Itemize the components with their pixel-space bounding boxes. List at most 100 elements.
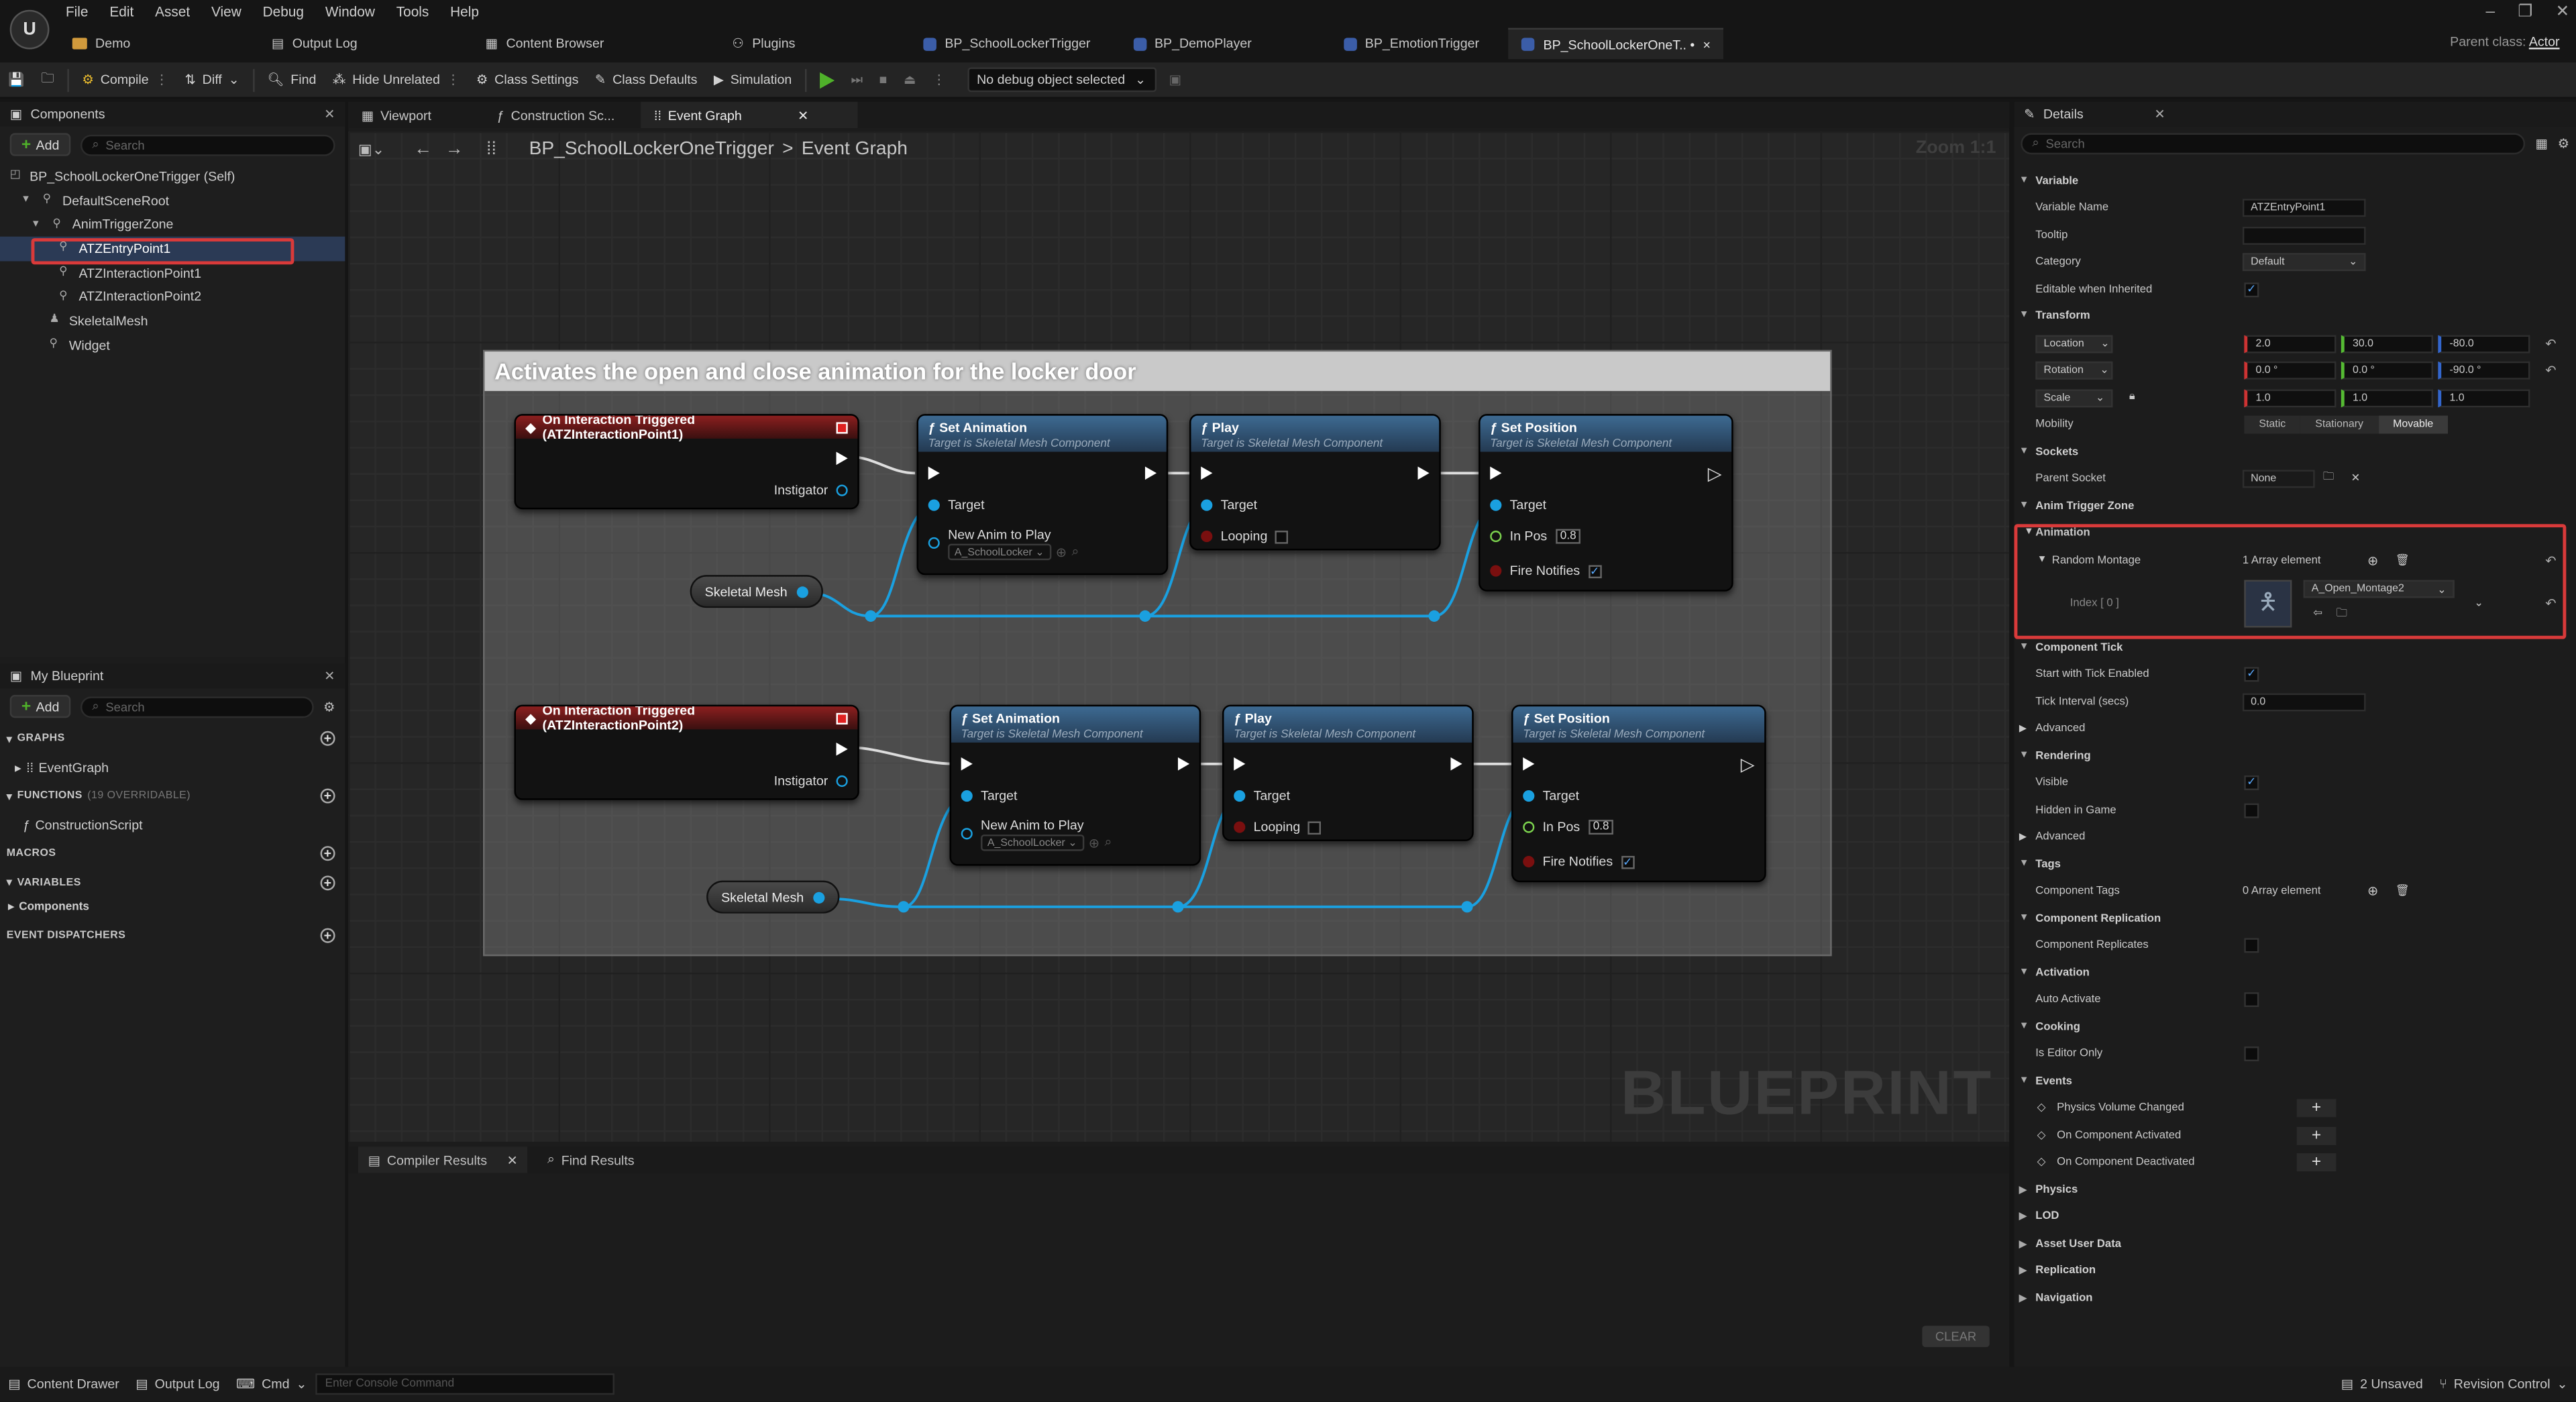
exec-output-pin[interactable] xyxy=(1417,466,1430,480)
set-animation-node[interactable]: ƒ Set Animation Target is Skeletal Mesh C… xyxy=(949,704,1201,866)
graph-canvas[interactable]: ▣⌄ ← → ⁞⁞ BP_SchoolLockerOneTrigger > Ev… xyxy=(348,131,2010,1142)
scale-x-input[interactable]: 1.0 xyxy=(2244,388,2337,407)
tab-event-graph[interactable]: ⁞⁞ Event Graph ✕ xyxy=(641,101,858,129)
exec-output-pin[interactable] xyxy=(1177,757,1190,771)
section-cooking[interactable]: ▼ Cooking xyxy=(2014,1014,2576,1040)
use-selected-icon[interactable]: ⊕ xyxy=(1089,835,1099,850)
table-view-icon[interactable]: ▦ xyxy=(2535,136,2548,150)
maximize-icon[interactable]: ❐ xyxy=(2518,3,2532,21)
section-graphs[interactable]: ▾ GRAPHS + xyxy=(0,724,345,753)
delegate-pin-icon[interactable] xyxy=(836,421,848,433)
menu-view[interactable]: View xyxy=(211,3,241,19)
section-macros[interactable]: MACROS + xyxy=(0,839,345,868)
target-pin[interactable]: Target xyxy=(1523,789,1579,804)
fire-notifies-pin[interactable]: Fire Notifies ✓ xyxy=(1490,563,1602,578)
tab-find-results[interactable]: ⌕ Find Results xyxy=(537,1146,644,1173)
reroute-node[interactable] xyxy=(1139,610,1151,622)
in-pos-pin[interactable]: In Pos 0.8 xyxy=(1490,529,1581,544)
mobility-static[interactable]: Static xyxy=(2244,415,2301,433)
stop-icon[interactable]: ■ xyxy=(879,72,888,87)
section-replication[interactable]: ▶ Replication xyxy=(2014,1256,2576,1283)
instigator-pin[interactable]: Instigator xyxy=(774,483,848,498)
location-mode-select[interactable]: Location ⌄ xyxy=(2035,334,2113,353)
target-pin[interactable]: Target xyxy=(961,789,1018,804)
exec-output-pin[interactable]: ▷ xyxy=(1741,754,1755,775)
parent-socket-input[interactable]: None xyxy=(2242,469,2315,488)
looping-checkbox[interactable] xyxy=(1308,820,1322,834)
close-icon[interactable]: × xyxy=(1703,37,1711,52)
close-window-icon[interactable]: ✕ xyxy=(2556,3,2570,21)
section-asset-user-data[interactable]: ▶ Asset User Data xyxy=(2014,1230,2576,1257)
new-anim-pin[interactable]: New Anim to Play A_SchoolLocker ⌄ ⊕ ⌕ xyxy=(928,527,1079,561)
expand-arrow-icon[interactable]: ▾ xyxy=(33,218,46,231)
close-icon[interactable]: ✕ xyxy=(324,107,335,121)
row-render-advanced[interactable]: ▶ Advanced xyxy=(2014,823,2576,850)
minimize-icon[interactable]: – xyxy=(2486,3,2496,21)
doc-tab-plugins[interactable]: ⚇ Plugins xyxy=(719,28,808,60)
exec-input-pin[interactable] xyxy=(1234,757,1246,771)
mobility-movable[interactable]: Movable xyxy=(2378,415,2449,433)
close-icon[interactable]: ✕ xyxy=(798,107,808,122)
debug-browse-icon[interactable]: ▣ xyxy=(1169,72,1182,87)
tooltip-input[interactable] xyxy=(2242,226,2366,245)
close-icon[interactable]: ✕ xyxy=(506,1152,517,1167)
target-pin[interactable]: Target xyxy=(1234,789,1290,804)
graph-item-eventgraph[interactable]: ▸ ⁞⁞ EventGraph xyxy=(0,753,345,782)
exec-output-pin[interactable] xyxy=(1450,757,1462,771)
rotation-z-input[interactable]: -90.0 ° xyxy=(2438,361,2530,380)
tree-item-defaultsceneroot[interactable]: ▾ ⚲ DefaultSceneRoot xyxy=(0,188,345,213)
start-tick-checkbox[interactable]: ✓ xyxy=(2244,666,2259,682)
set-position-node[interactable]: ƒ Set Position Target is Skeletal Mesh Co… xyxy=(1511,704,1766,883)
skeletal-mesh-getter[interactable]: Skeletal Mesh xyxy=(690,575,824,608)
unreal-logo-icon[interactable]: U xyxy=(9,9,50,50)
menu-file[interactable]: File xyxy=(66,3,89,19)
exec-input-pin[interactable] xyxy=(1201,466,1213,480)
event-node-interaction-2[interactable]: ◆ On Interaction Triggered (ATZInteractio… xyxy=(514,704,859,800)
exec-input-pin[interactable] xyxy=(1523,757,1535,771)
eject-icon[interactable]: ⏏ xyxy=(904,72,916,87)
menu-tools[interactable]: Tools xyxy=(396,3,429,19)
debug-object-select[interactable]: No debug object selected ⌄ xyxy=(967,67,1157,93)
class-settings-button[interactable]: ⚙ Class Settings xyxy=(468,62,587,98)
section-activation[interactable]: ▼ Activation xyxy=(2014,959,2576,986)
in-pos-input[interactable]: 0.8 xyxy=(1555,529,1581,544)
section-rendering[interactable]: ▼ Rendering xyxy=(2014,743,2576,769)
reroute-node[interactable] xyxy=(1461,901,1473,913)
section-variable[interactable]: ▼ Variable xyxy=(2014,168,2576,195)
in-pos-input[interactable]: 0.8 xyxy=(1588,820,1614,835)
tree-item-widget[interactable]: ⚲ Widget xyxy=(0,333,345,358)
more-icon[interactable]: ⋮ xyxy=(155,72,168,87)
section-physics[interactable]: ▶ Physics xyxy=(2014,1176,2576,1203)
gear-icon[interactable]: ⚙ xyxy=(323,699,335,714)
variable-category-components[interactable]: ▸ Components xyxy=(0,897,345,916)
looping-checkbox[interactable] xyxy=(1275,529,1289,543)
menu-help[interactable]: Help xyxy=(450,3,479,19)
location-x-input[interactable]: 2.0 xyxy=(2244,334,2337,353)
more-icon[interactable]: ⋮ xyxy=(447,72,460,87)
play-node[interactable]: ƒ Play Target is Skeletal Mesh Component … xyxy=(1222,704,1474,841)
skeletal-mesh-getter[interactable]: Skeletal Mesh xyxy=(706,880,841,914)
fire-notifies-checkbox[interactable]: ✓ xyxy=(1621,855,1634,869)
scale-mode-select[interactable]: Scale ⌄ xyxy=(2035,388,2113,407)
add-element-icon[interactable]: ⊕ xyxy=(2367,883,2378,898)
rotation-mode-select[interactable]: Rotation ⌄ xyxy=(2035,361,2113,380)
section-component-replication[interactable]: ▼ Component Replication xyxy=(2014,905,2576,932)
add-component-button[interactable]: + Add xyxy=(9,133,71,156)
rotation-x-input[interactable]: 0.0 ° xyxy=(2244,361,2337,380)
gear-icon[interactable]: ⚙ xyxy=(2558,136,2570,150)
location-z-input[interactable]: -80.0 xyxy=(2438,334,2530,353)
doc-tab-bp-demoplayer[interactable]: BP_DemoPlayer xyxy=(1120,28,1265,60)
browse-icon[interactable]: ⌕ xyxy=(1072,544,1079,560)
trash-icon[interactable]: 🗑︎ xyxy=(2396,884,2410,898)
add-event-button[interactable]: + xyxy=(2296,1152,2337,1171)
section-variables[interactable]: ▾ VARIABLES + xyxy=(0,868,345,897)
fire-notifies-checkbox[interactable]: ✓ xyxy=(1588,564,1602,578)
function-item-constructionscript[interactable]: ƒ ConstructionScript xyxy=(0,811,345,840)
class-defaults-button[interactable]: ✎ Class Defaults xyxy=(587,62,706,98)
clear-button[interactable]: CLEAR xyxy=(1922,1326,1990,1348)
reset-icon[interactable]: ↶ xyxy=(2545,363,2556,378)
play-node[interactable]: ƒ Play Target is Skeletal Mesh Component … xyxy=(1189,414,1441,551)
details-search-input[interactable]: ⌕ Search xyxy=(2021,132,2526,154)
find-button[interactable]: 🔍︎ Find xyxy=(259,62,324,98)
doc-tab-content-browser[interactable]: ▦ Content Browser xyxy=(472,28,617,60)
